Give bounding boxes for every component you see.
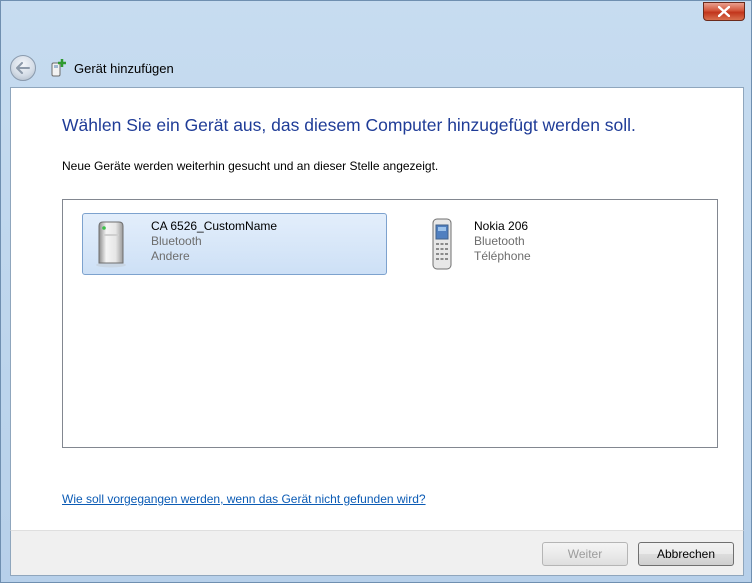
device-info: Nokia 206 Bluetooth Téléphone bbox=[474, 218, 531, 264]
footer-bar: Weiter Abbrechen bbox=[10, 530, 744, 576]
mobile-phone-icon bbox=[420, 218, 464, 270]
help-link-device-not-found[interactable]: Wie soll vorgegangen werden, wenn das Ge… bbox=[62, 492, 426, 506]
close-icon bbox=[718, 6, 730, 17]
content-panel: Wählen Sie ein Gerät aus, das diesem Com… bbox=[10, 87, 744, 530]
next-button[interactable]: Weiter bbox=[542, 542, 628, 566]
device-type: Bluetooth bbox=[474, 234, 525, 248]
device-type: Bluetooth bbox=[151, 234, 202, 248]
cancel-button[interactable]: Abbrechen bbox=[638, 542, 734, 566]
window-frame: Gerät hinzufügen Wählen Sie ein Gerät au… bbox=[0, 0, 752, 583]
device-name: CA 6526_CustomName bbox=[151, 219, 278, 233]
device-name: Nokia 206 bbox=[474, 219, 529, 233]
header-bar: Gerät hinzufügen bbox=[10, 52, 174, 84]
device-list[interactable]: CA 6526_CustomName Bluetooth Andere Noki… bbox=[62, 199, 718, 448]
generic-device-icon bbox=[89, 218, 133, 270]
window-title: Gerät hinzufügen bbox=[74, 60, 174, 76]
back-button[interactable] bbox=[10, 55, 36, 81]
close-button[interactable] bbox=[703, 2, 745, 21]
sub-instruction: Neue Geräte werden weiterhin gesucht und… bbox=[62, 159, 439, 173]
device-info: CA 6526_CustomName Bluetooth Andere bbox=[151, 218, 277, 264]
main-instruction: Wählen Sie ein Gerät aus, das diesem Com… bbox=[62, 115, 636, 135]
back-arrow-icon bbox=[16, 62, 30, 74]
device-category: Andere bbox=[151, 249, 190, 263]
device-category: Téléphone bbox=[474, 249, 531, 263]
device-item-nokia-206[interactable]: Nokia 206 Bluetooth Téléphone bbox=[413, 213, 573, 275]
device-item-ca6526[interactable]: CA 6526_CustomName Bluetooth Andere bbox=[82, 213, 387, 275]
device-add-icon bbox=[48, 58, 68, 78]
